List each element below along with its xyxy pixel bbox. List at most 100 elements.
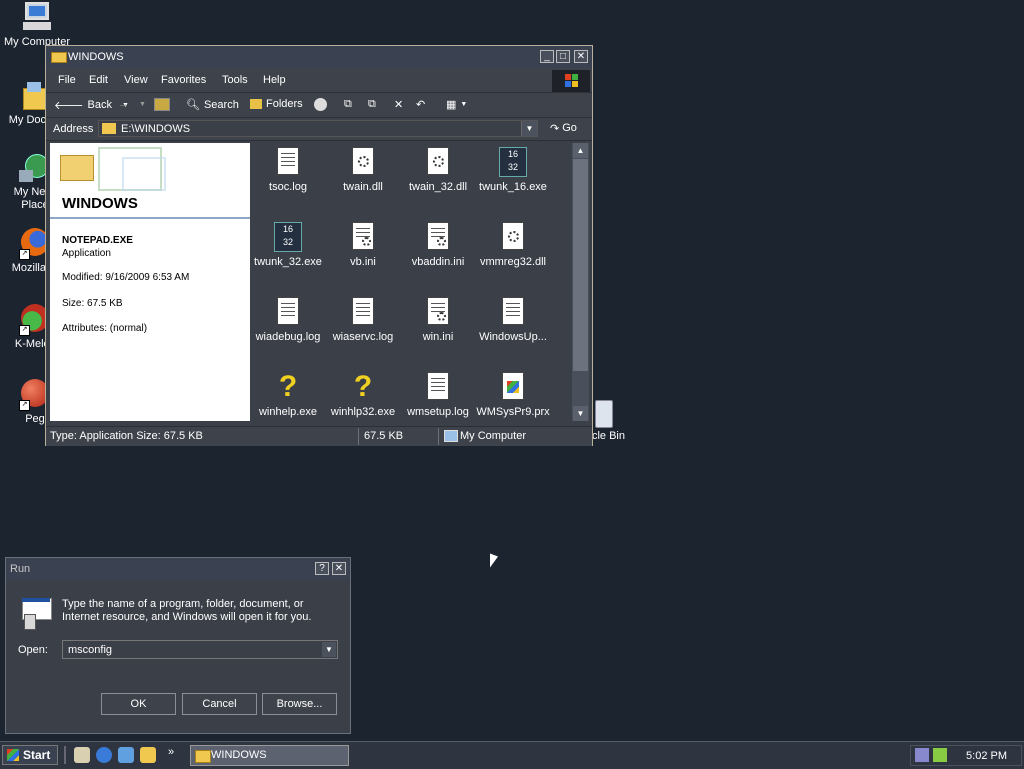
minimize-button[interactable]: _ <box>540 50 554 63</box>
mouse-cursor-icon <box>490 553 498 571</box>
details-file-type: Application <box>62 248 111 259</box>
menu-favorites[interactable]: Favorites <box>161 74 206 86</box>
history-icon <box>314 98 327 111</box>
ini-file-icon <box>349 222 377 252</box>
desktop-icon-my-computer[interactable]: My Computer <box>2 2 72 49</box>
run-dialog[interactable]: Run ? ✕ Type the name of a program, fold… <box>5 557 351 734</box>
history-button[interactable] <box>314 98 327 111</box>
go-button[interactable]: ↷ Go <box>550 122 577 135</box>
move-to-button[interactable]: ⧉ <box>344 98 352 111</box>
ok-button[interactable]: OK <box>101 693 176 715</box>
internet-explorer-icon[interactable] <box>96 747 112 763</box>
menu-file[interactable]: File <box>58 74 76 86</box>
file-item[interactable]: wmsetup.log <box>400 372 476 418</box>
shortcut-arrow-icon: ↗ <box>19 325 30 336</box>
menu-edit[interactable]: Edit <box>89 74 108 86</box>
explorer-icon[interactable] <box>140 747 156 763</box>
menu-help[interactable]: Help <box>263 74 286 86</box>
close-button[interactable]: ✕ <box>574 50 588 63</box>
file-item[interactable]: wiadebug.log <box>250 297 326 343</box>
search-icon: 🔍︎ <box>186 99 200 111</box>
help-button[interactable]: ? <box>315 562 329 575</box>
scroll-thumb[interactable] <box>573 159 588 371</box>
dropdown-arrow-icon: ▼ <box>139 100 146 108</box>
move-to-icon: ⧉ <box>344 98 352 110</box>
run-titlebar[interactable]: Run ? ✕ <box>6 558 350 580</box>
show-desktop-icon[interactable] <box>74 747 90 763</box>
copy-to-icon: ⧉ <box>368 98 376 110</box>
copy-to-button[interactable]: ⧉ <box>368 98 376 111</box>
file-name: twunk_32.exe <box>254 256 322 268</box>
system-tray: 5:02 PM <box>910 745 1022 766</box>
file-item[interactable]: twain.dll <box>325 147 401 193</box>
network-tray-icon[interactable] <box>915 748 929 762</box>
file-item[interactable]: twain_32.dll <box>400 147 476 193</box>
address-dropdown-icon[interactable]: ▼ <box>521 121 537 136</box>
details-modified: Modified: 9/16/2009 6:53 AM <box>62 272 190 283</box>
start-button[interactable]: Start <box>2 745 58 765</box>
dll-file-icon <box>349 147 377 177</box>
file-item[interactable]: vmmreg32.dll <box>475 222 551 268</box>
views-button[interactable]: ▦ ▼ <box>446 98 467 111</box>
security-tray-icon[interactable] <box>933 748 947 762</box>
file-item[interactable]: WMSysPr9.prx <box>475 372 551 418</box>
address-input[interactable]: E:\WINDOWS ▼ <box>98 120 538 137</box>
dropdown-arrow-icon: ▼ <box>460 101 468 108</box>
file-item[interactable]: wiaservc.log <box>325 297 401 343</box>
status-size: 67.5 KB <box>364 430 404 442</box>
open-value: msconfig <box>68 644 113 656</box>
undo-button[interactable]: ↶ <box>416 98 425 111</box>
status-location: My Computer <box>460 430 527 442</box>
file-item[interactable]: 16 32 twunk_16.exe <box>475 147 551 193</box>
ini-file-icon <box>424 222 452 252</box>
log-file-icon <box>499 297 527 327</box>
menu-bar: File Edit View Favorites Tools Help <box>46 68 592 93</box>
status-type: Type: Application Size: 67.5 KB <box>50 430 203 442</box>
file-item[interactable]: tsoc.log <box>250 147 326 193</box>
vertical-scrollbar[interactable]: ▲ ▼ <box>572 143 589 421</box>
taskbar-button-windows[interactable]: WINDOWS <box>190 745 349 766</box>
quicklaunch-more-icon[interactable]: » <box>168 746 174 758</box>
file-item[interactable]: vbaddin.ini <box>400 222 476 268</box>
dll-file-icon <box>424 147 452 177</box>
media-player-icon[interactable] <box>118 747 134 763</box>
file-name: vb.ini <box>350 256 376 268</box>
folder-icon <box>195 750 211 763</box>
scroll-down-icon[interactable]: ▼ <box>573 406 588 421</box>
file-item[interactable]: ? winhelp.exe <box>250 370 326 419</box>
explorer-window[interactable]: WINDOWS _ □ ✕ File Edit View Favorites T… <box>45 45 593 446</box>
cancel-button[interactable]: Cancel <box>182 693 257 715</box>
ini-file-icon <box>424 297 452 327</box>
file-item[interactable]: vb.ini <box>325 222 401 268</box>
status-divider <box>438 428 439 445</box>
close-button[interactable]: ✕ <box>332 562 346 575</box>
log-file-icon <box>274 297 302 327</box>
menu-view[interactable]: View <box>124 74 148 86</box>
scroll-up-icon[interactable]: ▲ <box>573 143 588 158</box>
clock[interactable]: 5:02 PM <box>966 750 1007 762</box>
browse-button[interactable]: Browse... <box>262 693 337 715</box>
address-value: E:\WINDOWS <box>121 123 191 135</box>
run-program-icon <box>22 598 52 630</box>
delete-button[interactable]: ✕ <box>394 98 403 111</box>
folders-button[interactable]: Folders <box>250 98 303 110</box>
dropdown-arrow-icon[interactable]: ▼ <box>322 642 336 657</box>
up-folder-button[interactable] <box>154 98 170 111</box>
file-name: WMSysPr9.prx <box>476 406 550 418</box>
maximize-button[interactable]: □ <box>556 50 570 63</box>
file-item[interactable]: WindowsUp... <box>475 297 551 343</box>
address-bar: Address E:\WINDOWS ▼ ↷ Go <box>46 118 592 141</box>
help-icon: ? <box>278 370 298 403</box>
go-arrow-icon: ↷ <box>550 123 560 135</box>
open-input[interactable]: msconfig ▼ <box>62 640 338 659</box>
window-titlebar[interactable]: WINDOWS _ □ ✕ <box>46 46 592 68</box>
file-name: vbaddin.ini <box>411 256 465 268</box>
file-name: win.ini <box>422 331 454 343</box>
file-item[interactable]: win.ini <box>400 297 476 343</box>
menu-tools[interactable]: Tools <box>222 74 248 86</box>
search-button[interactable]: 🔍︎ Search <box>186 98 239 112</box>
file-item[interactable]: ? winhlp32.exe <box>325 372 401 419</box>
file-item[interactable]: 16 32 twunk_32.exe <box>250 222 326 268</box>
log-file-icon <box>349 297 377 327</box>
forward-button[interactable]: → ▼ <box>118 98 146 110</box>
